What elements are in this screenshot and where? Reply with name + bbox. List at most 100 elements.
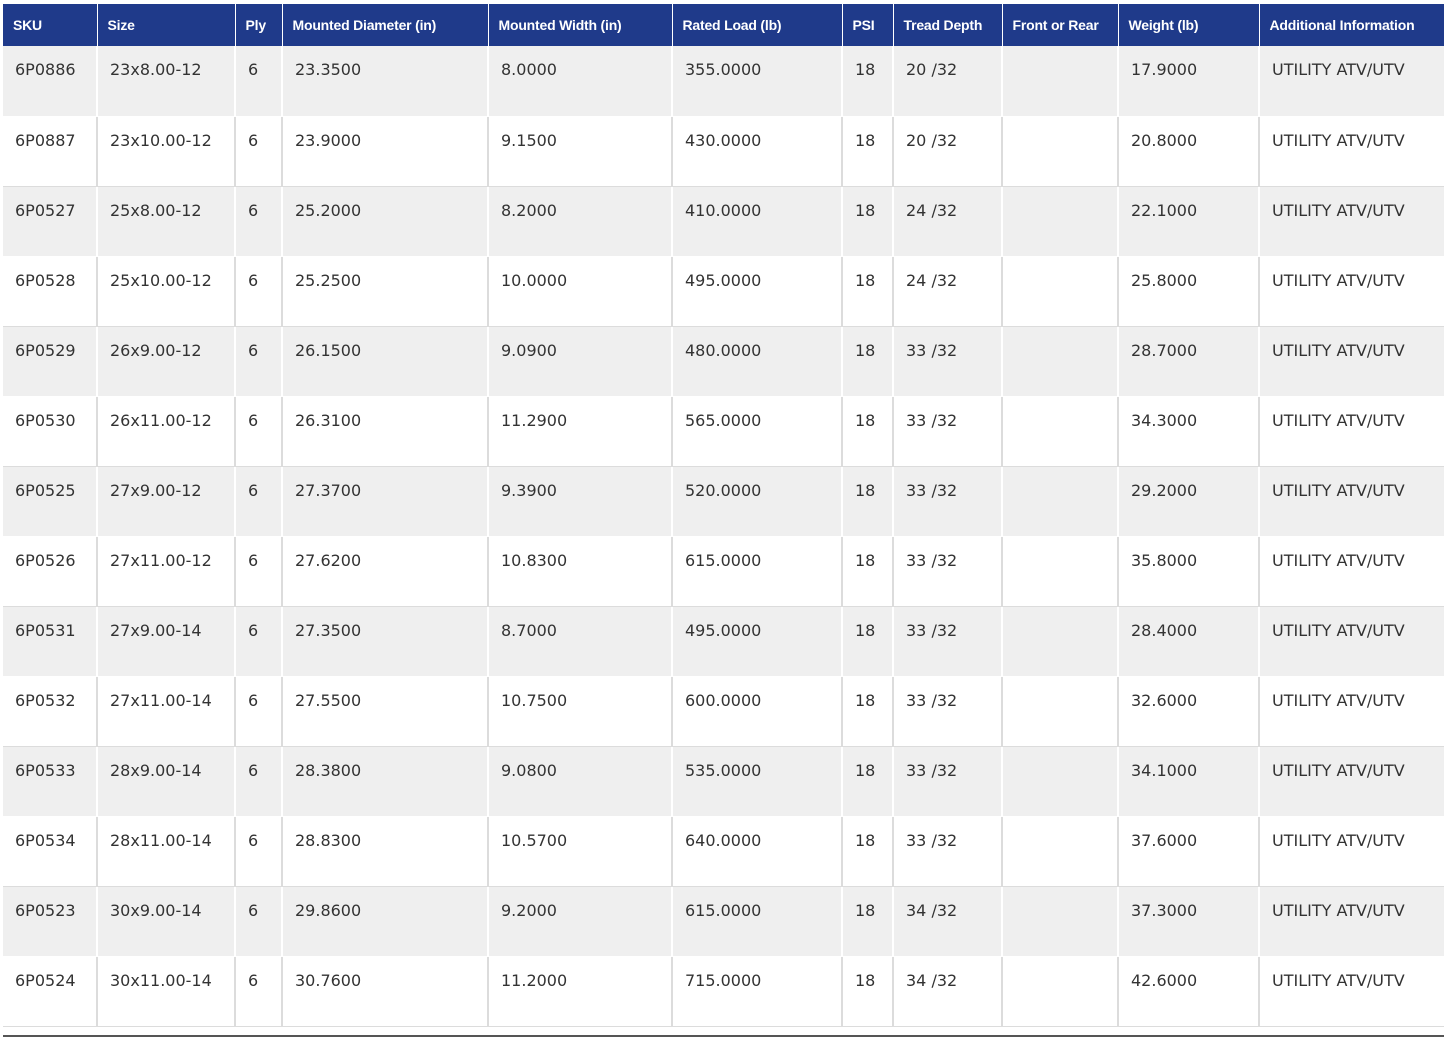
cell-front-or-rear [1002,115,1119,187]
cell-mounted-diameter: 30.7600 [282,955,489,1027]
cell-mounted-width: 9.0800 [488,746,673,817]
table-row: 6P0526 27x11.00-12 6 27.6200 10.8300 615.0000… [3,535,1444,607]
cell-rated-load: 410.0000 [672,186,843,257]
cell-size: 30x11.00-14 [97,955,236,1027]
cell-tread-depth: 33 /32 [893,326,1003,397]
table-row: 6P0525 27x9.00-12 6 27.3700 9.3900 520.0000 18… [3,466,1444,537]
cell-rated-load: 495.0000 [672,606,843,677]
cell-mounted-width: 9.3900 [488,466,673,537]
cell-tread-depth: 33 /32 [893,746,1003,817]
column-header-sku: SKU [3,4,98,46]
cell-front-or-rear [1002,746,1119,817]
cell-mounted-diameter: 26.1500 [282,326,489,397]
table-body: 6P0886 23x8.00-12 6 23.3500 8.0000 355.0000 18… [3,46,1444,1027]
cell-mounted-diameter: 28.8300 [282,815,489,887]
cell-mounted-width: 8.2000 [488,186,673,257]
cell-sku: 6P0527 [3,186,98,257]
cell-ply: 6 [235,746,283,817]
cell-size: 28x11.00-14 [97,815,236,887]
cell-psi: 18 [842,395,894,467]
cell-ply: 6 [235,535,283,607]
cell-sku: 6P0525 [3,466,98,537]
cell-ply: 6 [235,815,283,887]
table-row: 6P0527 25x8.00-12 6 25.2000 8.2000 410.0000 18… [3,186,1444,257]
table-row: 6P0886 23x8.00-12 6 23.3500 8.0000 355.0000 18… [3,46,1444,117]
table-row: 6P0524 30x11.00-14 6 30.7600 11.2000 715.0000… [3,955,1444,1027]
cell-mounted-diameter: 27.3500 [282,606,489,677]
column-header-additional-information: Additional Information [1259,4,1444,46]
cell-mounted-width: 8.0000 [488,46,673,117]
cell-size: 23x10.00-12 [97,115,236,187]
cell-additional-information: UTILITY ATV/UTV [1259,886,1444,957]
cell-rated-load: 640.0000 [672,815,843,887]
cell-psi: 18 [842,746,894,817]
cell-sku: 6P0534 [3,815,98,887]
cell-rated-load: 430.0000 [672,115,843,187]
cell-weight: 28.7000 [1118,326,1260,397]
cell-sku: 6P0887 [3,115,98,187]
cell-tread-depth: 24 /32 [893,186,1003,257]
cell-ply: 6 [235,675,283,747]
cell-weight: 28.4000 [1118,606,1260,677]
cell-rated-load: 615.0000 [672,886,843,957]
cell-tread-depth: 34 /32 [893,955,1003,1027]
cell-front-or-rear [1002,606,1119,677]
cell-psi: 18 [842,815,894,887]
cell-weight: 22.1000 [1118,186,1260,257]
cell-weight: 34.3000 [1118,395,1260,467]
cell-rated-load: 355.0000 [672,46,843,117]
table-row: 6P0534 28x11.00-14 6 28.8300 10.5700 640.0000… [3,815,1444,887]
table-row: 6P0523 30x9.00-14 6 29.8600 9.2000 615.0000 18… [3,886,1444,957]
table-row: 6P0533 28x9.00-14 6 28.3800 9.0800 535.0000 18… [3,746,1444,817]
cell-sku: 6P0532 [3,675,98,747]
cell-mounted-diameter: 23.9000 [282,115,489,187]
cell-mounted-width: 10.5700 [488,815,673,887]
cell-weight: 35.8000 [1118,535,1260,607]
cell-mounted-width: 10.0000 [488,255,673,327]
cell-front-or-rear [1002,186,1119,257]
cell-front-or-rear [1002,466,1119,537]
cell-mounted-diameter: 25.2000 [282,186,489,257]
cell-front-or-rear [1002,326,1119,397]
cell-rated-load: 535.0000 [672,746,843,817]
cell-tread-depth: 34 /32 [893,886,1003,957]
table-row: 6P0532 27x11.00-14 6 27.5500 10.7500 600.0000… [3,675,1444,747]
cell-tread-depth: 33 /32 [893,606,1003,677]
cell-sku: 6P0886 [3,46,98,117]
cell-front-or-rear [1002,46,1119,117]
cell-rated-load: 565.0000 [672,395,843,467]
cell-sku: 6P0528 [3,255,98,327]
cell-front-or-rear [1002,395,1119,467]
cell-tread-depth: 33 /32 [893,815,1003,887]
cell-ply: 6 [235,886,283,957]
cell-weight: 32.6000 [1118,675,1260,747]
cell-front-or-rear [1002,255,1119,327]
cell-psi: 18 [842,606,894,677]
cell-psi: 18 [842,535,894,607]
cell-mounted-width: 9.0900 [488,326,673,397]
cell-psi: 18 [842,326,894,397]
cell-mounted-width: 11.2000 [488,955,673,1027]
column-header-size: Size [97,4,236,46]
cell-mounted-width: 10.8300 [488,535,673,607]
table-row: 6P0530 26x11.00-12 6 26.3100 11.2900 565.0000… [3,395,1444,467]
cell-ply: 6 [235,466,283,537]
cell-psi: 18 [842,466,894,537]
cell-additional-information: UTILITY ATV/UTV [1259,815,1444,887]
cell-size: 28x9.00-14 [97,746,236,817]
cell-tread-depth: 33 /32 [893,675,1003,747]
cell-additional-information: UTILITY ATV/UTV [1259,186,1444,257]
cell-size: 23x8.00-12 [97,46,236,117]
cell-sku: 6P0531 [3,606,98,677]
cell-front-or-rear [1002,675,1119,747]
cell-additional-information: UTILITY ATV/UTV [1259,955,1444,1027]
tire-spec-table: SKU Size Ply Mounted Diameter (in) Mounted W… [3,4,1444,1027]
table-row: 6P0529 26x9.00-12 6 26.1500 9.0900 480.0000 18… [3,326,1444,397]
cell-additional-information: UTILITY ATV/UTV [1259,395,1444,467]
cell-rated-load: 520.0000 [672,466,843,537]
cell-additional-information: UTILITY ATV/UTV [1259,255,1444,327]
cell-tread-depth: 20 /32 [893,115,1003,187]
cell-rated-load: 600.0000 [672,675,843,747]
cell-weight: 17.9000 [1118,46,1260,117]
cell-sku: 6P0533 [3,746,98,817]
